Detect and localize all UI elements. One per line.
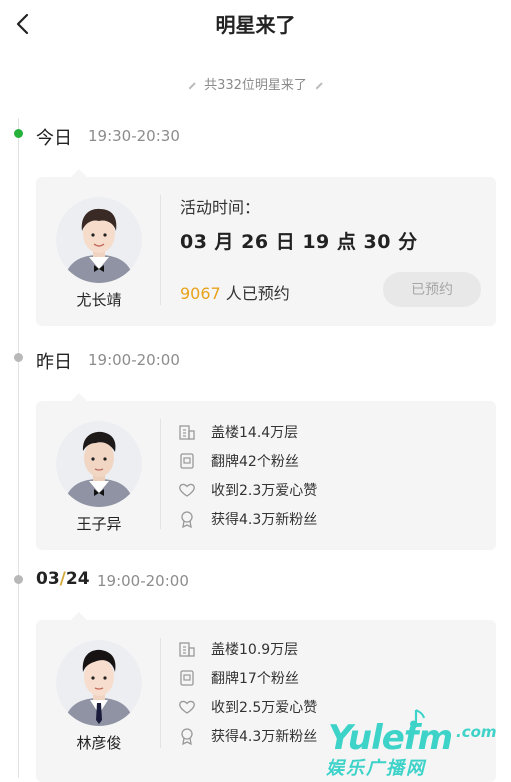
watermark-brand: Yulefm (328, 718, 453, 758)
day-date-label: 03/24 (36, 569, 90, 589)
stat-text: 收到2.3万爱心赞 (211, 483, 318, 499)
timeline-line (18, 118, 19, 778)
card-pointer (70, 169, 88, 178)
day-number: 24 (65, 569, 90, 589)
reserved-button[interactable]: 已预约 (383, 272, 481, 307)
card-divider (160, 638, 161, 748)
stat-text: 收到2.5万爱心赞 (211, 700, 318, 716)
timeline-dot (14, 575, 23, 584)
stat-text: 翻牌17个粉丝 (211, 671, 299, 687)
timeline-dot-active (14, 129, 23, 138)
watermark-chinese: 娱乐广播网 (326, 758, 426, 779)
day-month: 03 (36, 569, 60, 589)
heart-icon (179, 700, 195, 714)
activity-time-value: 03 月 26 日 19 点 30 分 (180, 231, 418, 253)
stat-text: 翻牌42个粉丝 (211, 454, 299, 470)
day-time-range: 19:00-20:00 (97, 572, 189, 590)
stat-text: 获得4.3万新粉丝 (211, 512, 318, 528)
star-name: 林彦俊 (76, 734, 122, 752)
stat-text: 盖楼10.9万层 (211, 642, 299, 658)
stat-text: 盖楼14.4万层 (211, 425, 299, 441)
star-count-banner: 共332位明星来了 (0, 74, 511, 94)
card-divider (160, 195, 161, 305)
avatar[interactable] (56, 640, 142, 726)
card-icon (180, 453, 194, 469)
nav-bar: 明星来了 (0, 0, 511, 48)
star-name: 王子异 (76, 515, 122, 533)
building-icon (179, 425, 195, 440)
day-time-range: 19:30-20:30 (88, 127, 180, 145)
watermark-domain: .com (456, 723, 497, 741)
star-card[interactable]: 尤长靖 活动时间： 03 月 26 日 19 点 30 分 9067 人已预约 … (36, 169, 496, 326)
star-count-text: 共332位明星来了 (204, 78, 307, 93)
card-icon (180, 670, 194, 686)
page-title: 明星来了 (215, 13, 296, 37)
activity-time-label: 活动时间： (180, 198, 261, 217)
heart-icon (179, 483, 195, 497)
card-divider (160, 419, 161, 529)
day-label: 今日 (36, 128, 72, 149)
star-name: 尤长靖 (76, 291, 122, 309)
left-decoration-icon (188, 82, 196, 89)
day-time-range: 19:00-20:00 (88, 351, 180, 369)
reservation-count: 9067 人已预约 (180, 280, 290, 304)
timeline-dot (14, 353, 23, 362)
card-pointer (70, 612, 88, 621)
day-label: 昨日 (36, 352, 72, 373)
badge-icon (181, 511, 193, 528)
star-card[interactable]: 王子异 盖楼14.4万层 翻牌42个粉丝 收到2.3万爱心赞 获得4.3万新粉丝 (36, 393, 496, 550)
reservation-number: 9067 (180, 284, 221, 303)
stat-text: 获得4.3万新粉丝 (211, 729, 318, 745)
avatar[interactable] (56, 421, 142, 507)
building-icon (179, 642, 195, 657)
card-pointer (70, 393, 88, 402)
avatar[interactable] (56, 197, 142, 283)
badge-icon (181, 728, 193, 745)
reservation-suffix: 人已预约 (220, 284, 290, 303)
watermark-logo: Yulefm .com 娱乐广播网 (318, 708, 508, 780)
right-decoration-icon (315, 82, 323, 89)
